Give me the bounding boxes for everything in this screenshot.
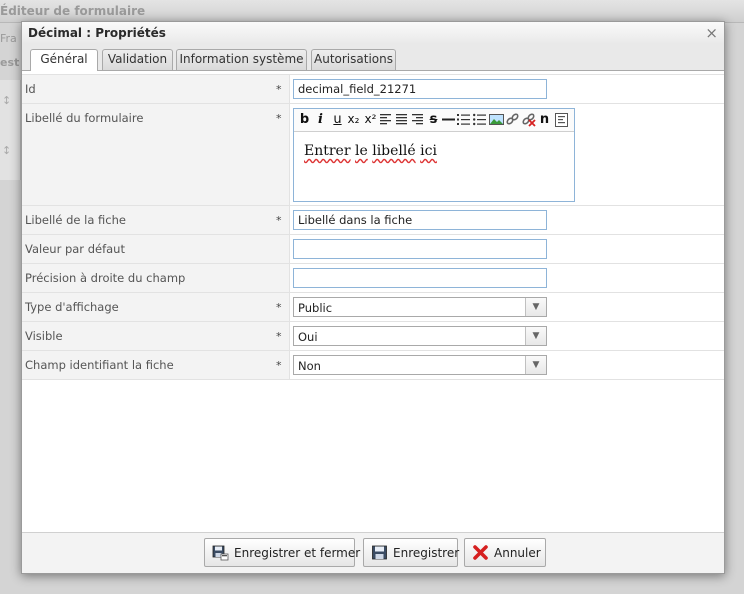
tab-general[interactable]: Général [30,49,98,71]
subscript-button[interactable]: x₂ [345,111,362,128]
editor-content[interactable]: Entrer le libellé ici [304,143,437,159]
form-row-sheet-label: Libellé de la fiche * [22,206,724,235]
cancel-button[interactable]: Annuler [464,538,546,567]
field-label: Valeur par défaut [25,242,125,256]
drag-handle-icon: ↕ [2,144,12,157]
tab-system-information[interactable]: Information système [176,49,307,70]
save-close-icon [212,545,229,561]
properties-form: Id * Libellé du formulaire * b i u x₂ x² [22,74,724,380]
properties-dialog: Décimal : Propriétés × Général Validatio… [21,21,725,574]
field-label: Libellé du formulaire [25,111,144,125]
save-button[interactable]: Enregistrer [363,538,459,567]
bold-button[interactable]: b [298,111,311,128]
underline-button[interactable]: u [331,111,344,128]
form-row-precision: Précision à droite du champ [22,264,724,293]
sheet-label-input[interactable] [293,210,547,230]
chevron-down-icon[interactable]: ▼ [525,298,546,316]
background-app-header: Éditeur de formulaire [0,0,744,23]
required-marker: * [276,112,282,125]
bullet-list-icon[interactable] [473,111,486,128]
precision-input[interactable] [293,268,547,288]
background-panel: ↕ ↕ [0,80,21,180]
field-label: Type d'affichage [25,300,119,314]
id-input[interactable] [293,79,547,99]
form-row-identifying-field: Champ identifiant la fiche * Non ▼ [22,351,724,380]
dialog-title: Décimal : Propriétés [28,26,166,40]
background-row-fragment: est [0,56,20,69]
field-label: Champ identifiant la fiche [25,358,174,372]
required-marker: * [276,214,282,227]
field-label: Id [25,82,36,96]
rich-text-editor[interactable]: b i u x₂ x² s n Entrer le libellé ici [293,108,575,202]
required-marker: * [276,301,282,314]
drag-handle-icon: ↕ [2,94,12,107]
field-label: Visible [25,329,63,343]
insert-image-icon[interactable] [489,111,504,128]
required-marker: * [276,359,282,372]
cancel-x-icon [473,545,488,560]
chevron-down-icon[interactable]: ▼ [525,327,546,345]
dialog-titlebar[interactable]: Décimal : Propriétés × [22,22,724,44]
editor-toolbar: b i u x₂ x² s n [294,109,574,132]
align-justify-icon[interactable] [395,111,408,128]
align-left-icon[interactable] [379,111,392,128]
field-label: Précision à droite du champ [25,271,186,285]
insert-link-icon[interactable] [505,111,520,128]
required-marker: * [276,330,282,343]
background-app-title: Éditeur de formulaire [0,4,146,18]
form-row-display-type: Type d'affichage * Public ▼ [22,293,724,322]
align-right-icon[interactable] [411,111,424,128]
superscript-button[interactable]: x² [362,111,379,128]
tab-authorizations[interactable]: Autorisations [311,49,396,70]
form-row-visible: Visible * Oui ▼ [22,322,724,351]
visible-select[interactable]: Oui ▼ [293,326,547,346]
background-tab-fragment: Fra [0,32,17,45]
tab-validation[interactable]: Validation [102,49,173,70]
strikethrough-button[interactable]: s [427,111,440,128]
numbered-list-icon[interactable] [457,111,470,128]
remove-link-icon[interactable] [521,111,536,128]
required-marker: * [276,83,282,96]
horizontal-rule-icon[interactable] [442,111,455,128]
special-char-button[interactable]: n [538,111,551,128]
source-code-icon[interactable] [555,111,568,128]
form-row-form-label: Libellé du formulaire * b i u x₂ x² s n … [22,104,724,206]
save-and-close-button[interactable]: Enregistrer et fermer [204,538,360,567]
display-type-select[interactable]: Public ▼ [293,297,547,317]
tab-bar: Général Validation Information système A… [22,44,724,71]
identifying-field-select[interactable]: Non ▼ [293,355,547,375]
form-row-default-value: Valeur par défaut [22,235,724,264]
dialog-footer: Enregistrer et fermer Enregistrer Annule… [22,532,724,573]
default-value-input[interactable] [293,239,547,259]
form-row-id: Id * [22,75,724,104]
close-icon[interactable]: × [705,24,718,42]
italic-button[interactable]: i [314,111,327,128]
chevron-down-icon[interactable]: ▼ [525,356,546,374]
field-label: Libellé de la fiche [25,213,126,227]
floppy-disk-icon [372,545,387,560]
